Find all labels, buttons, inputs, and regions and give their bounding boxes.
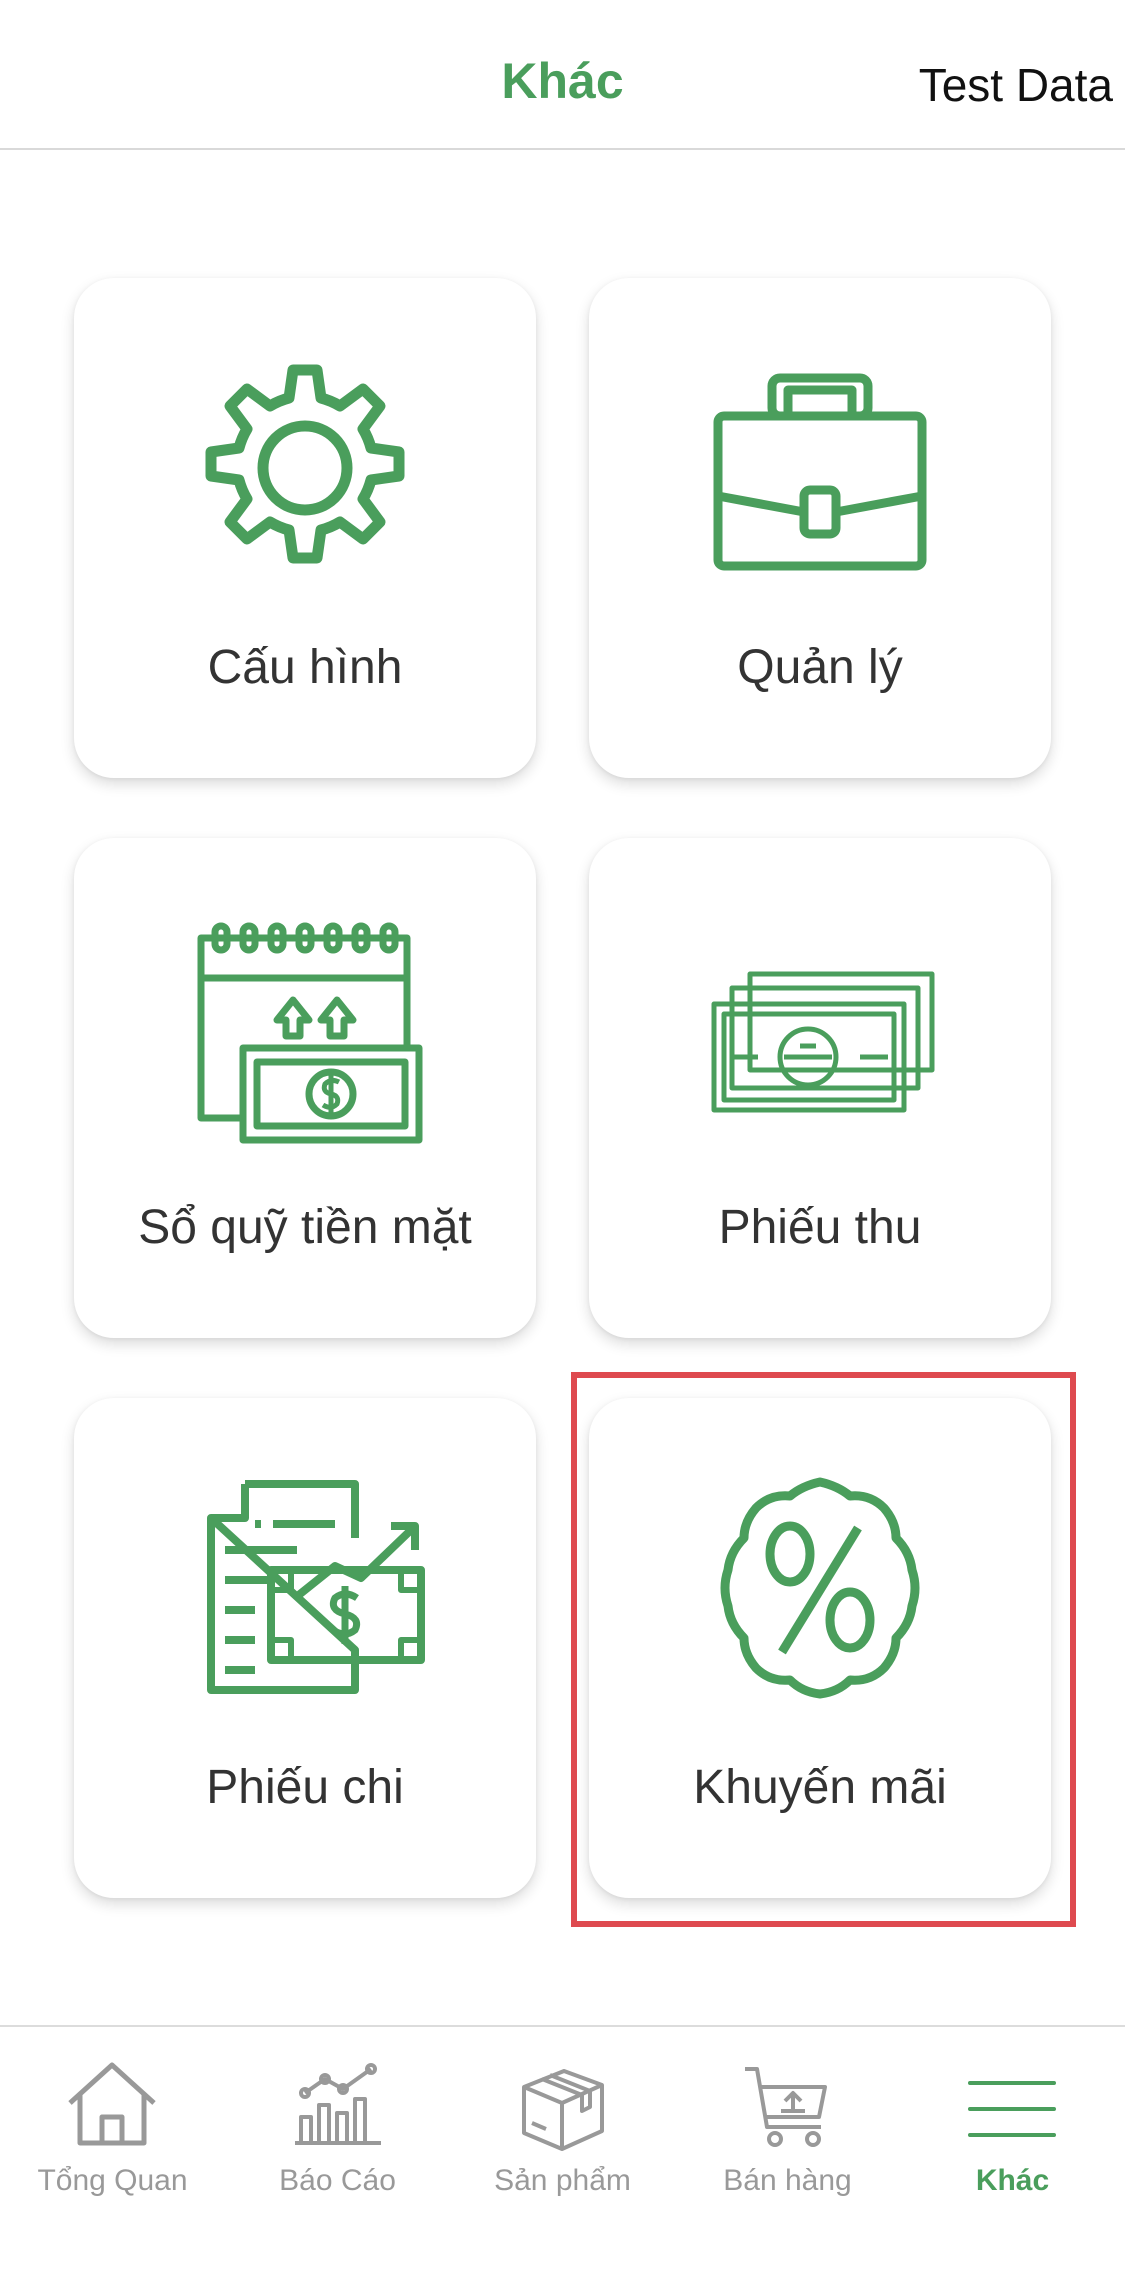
home-icon [62,2057,162,2157]
tile-phieu-thu[interactable]: Phiếu thu [589,838,1051,1338]
tab-san-pham[interactable]: Sản phẩm [450,2027,675,2217]
tile-label: Khuyến mãi [693,1761,947,1814]
tile-label: Phiếu chi [206,1761,404,1814]
box-icon [512,2057,612,2157]
tile-label: Cấu hình [207,641,403,694]
tile-so-quy-tien-mat[interactable]: Sổ quỹ tiền mặt [74,838,536,1338]
tile-phieu-chi[interactable]: Phiếu chi [74,1398,536,1898]
tab-label: Báo Cáo [279,2164,396,2197]
tab-ban-hang[interactable]: Bán hàng [675,2027,900,2217]
tile-khuyen-mai[interactable]: Khuyến mãi [589,1398,1051,1898]
gear-icon [185,348,425,588]
menu-icon [962,2057,1062,2157]
tab-label: Tổng Quan [37,2164,188,2197]
tile-cau-hinh[interactable]: Cấu hình [74,278,536,778]
header-bar: Khác Test Data [0,0,1125,150]
tab-bao-cao[interactable]: Báo Cáo [225,2027,450,2217]
briefcase-icon [700,348,940,588]
tile-label: Quản lý [737,641,903,694]
banknotes-icon [700,908,940,1148]
bottom-tab-bar: Tổng Quan Báo Cáo Sản phẩm Bán hàng Khác [0,2025,1125,2273]
cashbook-icon [185,908,425,1148]
cart-icon [737,2057,837,2157]
tab-label: Khác [975,2164,1050,2197]
tab-label: Bán hàng [723,2164,852,2197]
chart-icon [287,2057,387,2157]
tile-quan-ly[interactable]: Quản lý [589,278,1051,778]
tab-tong-quan[interactable]: Tổng Quan [0,2027,225,2217]
tile-label: Phiếu thu [718,1201,922,1254]
header-store-name[interactable]: Test Data [919,58,1113,112]
tab-khac[interactable]: Khác [900,2027,1125,2217]
expense-voucher-icon [185,1468,425,1708]
percent-badge-icon [700,1468,940,1708]
tab-label: Sản phẩm [494,2164,631,2197]
tile-label: Sổ quỹ tiền mặt [138,1201,472,1254]
